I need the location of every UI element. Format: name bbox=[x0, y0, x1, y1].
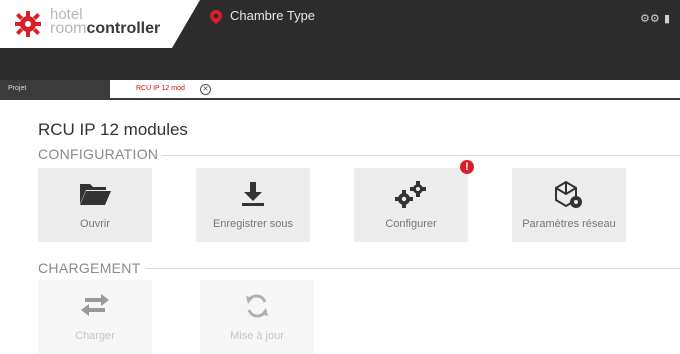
transfer-arrows-icon bbox=[38, 292, 152, 323]
configure-button[interactable]: Configurer bbox=[354, 168, 468, 242]
refresh-icon bbox=[200, 292, 314, 325]
load-button[interactable]: Charger bbox=[38, 280, 152, 354]
header-title: Chambre Type bbox=[230, 8, 316, 23]
tab-rcu-ip-12-mod[interactable]: RCU IP 12 mod ✕ bbox=[116, 80, 218, 98]
tab-rcu-label: RCU IP 12 mod bbox=[136, 85, 185, 92]
load-button-label: Charger bbox=[75, 330, 115, 342]
open-button[interactable]: Ouvrir bbox=[38, 168, 152, 242]
gears-icon bbox=[354, 180, 468, 213]
update-button-label: Mise à jour bbox=[230, 330, 284, 342]
tab-projet-label: Projet bbox=[8, 85, 27, 92]
section-divider bbox=[146, 268, 680, 269]
logo-text-controller: controller bbox=[86, 20, 161, 37]
network-settings-icon bbox=[512, 180, 626, 215]
configure-button-label: Configurer bbox=[385, 218, 437, 230]
download-icon bbox=[196, 180, 310, 213]
section-chargement-label: CHARGEMENT bbox=[38, 260, 141, 276]
tab-projet[interactable]: Projet bbox=[0, 80, 110, 98]
configure-alert-badge: ! bbox=[460, 160, 474, 174]
save-as-button-label: Enregistrer sous bbox=[212, 218, 294, 230]
logo-gear-icon bbox=[15, 11, 41, 37]
section-divider bbox=[162, 155, 680, 156]
room-marker-icon bbox=[210, 10, 222, 24]
tab-underline bbox=[0, 98, 680, 100]
network-settings-button[interactable]: Paramètres réseau bbox=[512, 168, 626, 242]
logo: hotel roomcontroller bbox=[0, 0, 200, 48]
network-settings-button-label: Paramètres réseau bbox=[522, 218, 616, 230]
close-tab-icon[interactable]: ✕ bbox=[200, 84, 211, 95]
update-button[interactable]: Mise à jour bbox=[200, 280, 314, 354]
section-configuration-label: CONFIGURATION bbox=[38, 146, 159, 162]
settings-gears-icon[interactable]: ⚙⚙ bbox=[640, 12, 660, 25]
menu-icon[interactable]: ▮ bbox=[664, 12, 670, 25]
open-button-label: Ouvrir bbox=[80, 218, 110, 230]
page-title: RCU IP 12 modules bbox=[38, 120, 188, 139]
folder-open-icon bbox=[38, 180, 152, 211]
logo-text-room: room bbox=[50, 20, 87, 37]
save-as-button[interactable]: Enregistrer sous bbox=[196, 168, 310, 242]
